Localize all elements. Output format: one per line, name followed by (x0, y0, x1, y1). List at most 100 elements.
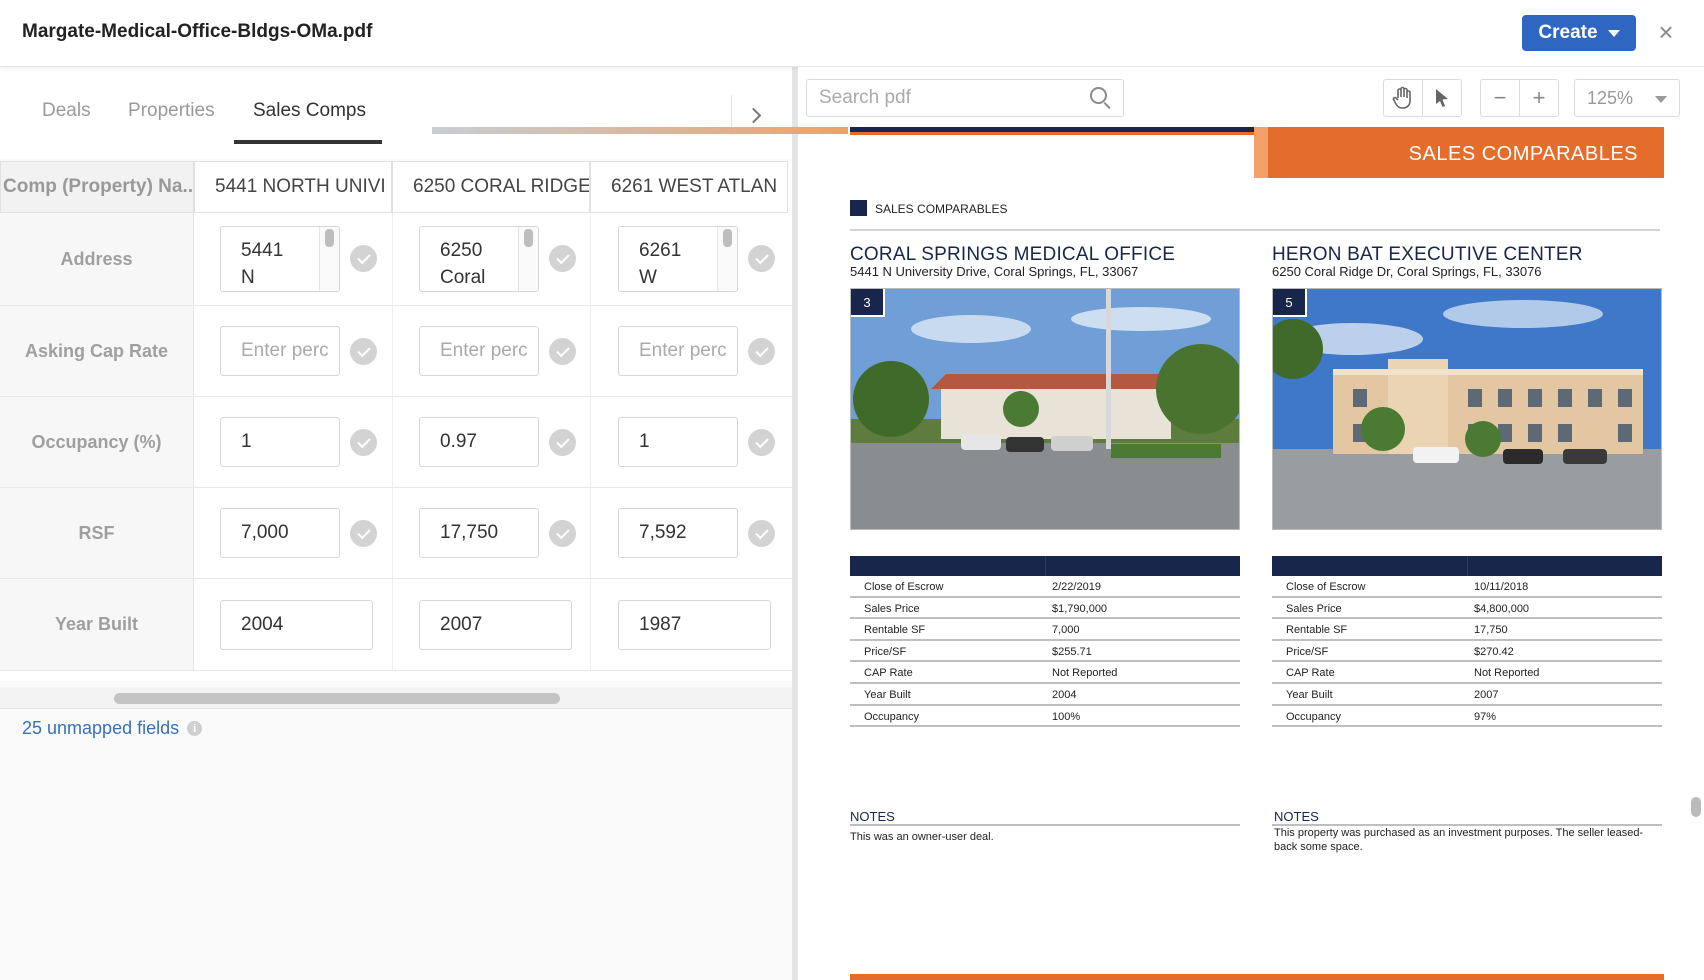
comp-title: HERON BAT EXECUTIVE CENTER (1272, 244, 1583, 265)
column-header[interactable]: 5441 NORTH UNIVI (194, 161, 392, 213)
check-icon[interactable] (549, 429, 576, 456)
unmapped-fields-label: 25 unmapped fields (22, 718, 180, 738)
table-row: Year Built 2004 (850, 684, 1240, 706)
column-divider (590, 488, 591, 578)
address-field[interactable]: 6250 Coral Ridg (419, 226, 539, 292)
check-icon[interactable] (350, 338, 377, 365)
year-built-input[interactable] (419, 600, 572, 650)
tab-sales-comps[interactable]: Sales Comps (253, 100, 366, 122)
unmapped-fields-link[interactable]: 25 unmapped fields i (22, 718, 203, 739)
table-row: Close of Escrow 10/11/2018 (1272, 576, 1662, 598)
column-divider (392, 306, 393, 396)
chevron-right-icon (745, 107, 762, 123)
check-icon[interactable] (350, 245, 377, 272)
tab-bar: Deals Properties Sales Comps (0, 67, 792, 159)
mapping-panel: Deals Properties Sales Comps Comp (Prope… (0, 67, 848, 980)
info-icon[interactable]: i (187, 721, 203, 736)
field-scrollbar[interactable] (518, 227, 538, 291)
field-scrollbar[interactable] (717, 227, 737, 291)
column-divider (392, 213, 393, 305)
sales-comps-grid: Comp (Property) Na... 5441 NORTH UNIVI 6… (0, 161, 792, 681)
active-tab-indicator (234, 140, 382, 144)
row-year-built: Year Built (0, 579, 792, 671)
comp-address: 6250 Coral Ridge Dr, Coral Springs, FL, … (1272, 264, 1542, 279)
search-icon[interactable] (1090, 87, 1107, 104)
column-header[interactable]: 6250 CORAL RIDGE (392, 161, 590, 213)
header-comp-name: Comp (Property) Na... (0, 161, 194, 213)
notes-text: This was an owner-user deal. (850, 831, 994, 843)
table-row: Sales Price $1,790,000 (850, 598, 1240, 620)
table-row: Rentable SF 17,750 (1272, 619, 1662, 641)
search-pdf-input[interactable] (806, 79, 1124, 117)
row-label: Asking Cap Rate (0, 306, 194, 396)
check-icon[interactable] (549, 245, 576, 272)
hand-tool-button[interactable] (1383, 79, 1423, 117)
occupancy-input[interactable] (618, 417, 738, 467)
table-row: Occupancy 97% (1272, 706, 1662, 728)
cap-rate-input[interactable] (618, 326, 738, 376)
cap-rate-input[interactable] (419, 326, 539, 376)
column-divider (392, 488, 393, 578)
column-header[interactable]: 6261 WEST ATLAN (590, 161, 788, 213)
check-icon[interactable] (748, 429, 775, 456)
comp-table: Close of Escrow 2/22/2019 Sales Price $1,7… (850, 576, 1240, 728)
address-field[interactable]: 6261 W Atlan (618, 226, 738, 292)
rsf-input[interactable] (220, 508, 340, 558)
occupancy-input[interactable] (419, 417, 539, 467)
table-row: CAP Rate Not Reported (1272, 662, 1662, 684)
hand-icon (1392, 86, 1411, 109)
rsf-input[interactable] (419, 508, 539, 558)
cap-rate-input[interactable] (220, 326, 340, 376)
check-icon[interactable] (748, 245, 775, 272)
vertical-scrollbar-thumb[interactable] (1691, 797, 1701, 817)
document-title: Margate-Medical-Office-Bldgs-OMa.pdf (22, 21, 373, 42)
notes-text: This property was purchased as an invest… (1274, 827, 1644, 853)
progress-strip (432, 127, 848, 134)
address-field[interactable]: 5441 N Univ (220, 226, 340, 292)
top-bar: Margate-Medical-Office-Bldgs-OMa.pdf Cre… (0, 0, 1704, 67)
zoom-select[interactable]: 125% (1574, 79, 1680, 117)
create-button[interactable]: Create (1522, 15, 1636, 51)
zoom-in-button[interactable]: + (1519, 79, 1559, 117)
scrollbar-thumb[interactable] (114, 693, 560, 704)
row-occupancy: Occupancy (%) (0, 397, 792, 488)
year-built-input[interactable] (220, 600, 373, 650)
tab-properties[interactable]: Properties (128, 100, 215, 122)
table-row: Price/SF $255.71 (850, 641, 1240, 663)
header-band (850, 127, 1254, 135)
section-marker (850, 200, 867, 216)
table-row: Occupancy 100% (850, 706, 1240, 728)
table-header-bar (850, 556, 1240, 576)
check-icon[interactable] (350, 520, 377, 547)
create-button-label: Create (1538, 22, 1598, 43)
row-address: Address 5441 N Univ 6250 Coral Ridg 6261… (0, 213, 792, 306)
tab-deals[interactable]: Deals (42, 100, 91, 122)
row-label: RSF (0, 488, 194, 578)
photo-number: 3 (851, 289, 885, 317)
check-icon[interactable] (549, 338, 576, 365)
select-tool-button[interactable] (1422, 79, 1462, 117)
table-row: Rentable SF 7,000 (850, 619, 1240, 641)
field-scrollbar[interactable] (319, 227, 339, 291)
horizontal-scrollbar[interactable] (0, 687, 792, 709)
check-icon[interactable] (350, 429, 377, 456)
close-icon[interactable]: × (1652, 17, 1680, 47)
occupancy-input[interactable] (220, 417, 340, 467)
comp-address: 5441 N University Drive, Coral Springs, … (850, 264, 1139, 279)
year-built-input[interactable] (618, 600, 771, 650)
zoom-out-button[interactable]: − (1480, 79, 1520, 117)
table-header-bar (1272, 556, 1662, 576)
column-divider (392, 579, 393, 670)
check-icon[interactable] (748, 520, 775, 547)
row-label: Year Built (0, 579, 194, 670)
banner-title: SALES COMPARABLES (1408, 143, 1638, 165)
row-rsf: RSF (0, 488, 792, 579)
check-icon[interactable] (748, 338, 775, 365)
table-row: Year Built 2007 (1272, 684, 1662, 706)
section-divider (850, 229, 1660, 231)
column-divider (590, 213, 591, 305)
notes-heading: NOTES (1274, 809, 1319, 824)
check-icon[interactable] (549, 520, 576, 547)
viewer-toolbar: − + 125% (798, 67, 1704, 127)
rsf-input[interactable] (618, 508, 738, 558)
